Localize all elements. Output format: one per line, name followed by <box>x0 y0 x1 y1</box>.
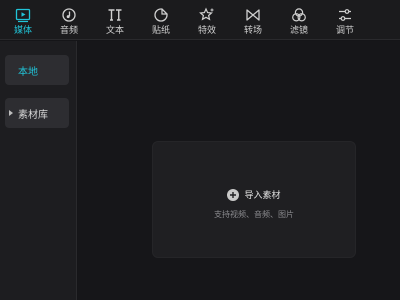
sticker-icon <box>153 7 169 23</box>
tab-adjust-label: 调节 <box>335 26 354 36</box>
caret-right-icon <box>9 110 13 116</box>
tab-sticker-label: 贴纸 <box>151 26 170 36</box>
filter-icon <box>291 7 307 23</box>
media-sidebar: 本地 素材库 <box>0 41 77 300</box>
text-icon <box>107 7 123 23</box>
audio-icon <box>61 7 77 23</box>
tab-media-label: 媒体 <box>13 26 32 36</box>
top-toolbar: 媒体 音频 文本 贴纸 特效 转场 滤镜 调节 <box>0 0 400 40</box>
import-button-label: 导入素材 <box>244 191 281 201</box>
tab-audio-label: 音频 <box>59 26 78 36</box>
sidebar-item-local[interactable]: 本地 <box>5 55 69 85</box>
tab-filter-label: 滤镜 <box>289 26 308 36</box>
import-hint: 支持视频、音频、图片 <box>214 210 294 219</box>
tab-audio[interactable]: 音频 <box>46 0 92 39</box>
effects-icon <box>199 7 215 23</box>
media-content-area: 导入素材 支持视频、音频、图片 <box>78 41 400 300</box>
tab-media[interactable]: 媒体 <box>0 0 46 39</box>
tab-sticker[interactable]: 贴纸 <box>138 0 184 39</box>
tab-effects-label: 特效 <box>197 26 216 36</box>
tab-effects[interactable]: 特效 <box>184 0 230 39</box>
import-button[interactable]: 导入素材 <box>153 188 355 201</box>
import-drop-zone[interactable]: 导入素材 支持视频、音频、图片 <box>152 141 356 258</box>
plus-icon <box>227 188 240 201</box>
sidebar-item-local-label: 本地 <box>18 66 38 78</box>
transition-icon <box>245 7 261 23</box>
tab-transition[interactable]: 转场 <box>230 0 276 39</box>
tab-filter[interactable]: 滤镜 <box>276 0 322 39</box>
tab-transition-label: 转场 <box>243 26 262 36</box>
tab-adjust[interactable]: 调节 <box>322 0 368 39</box>
sidebar-item-library-label: 素材库 <box>18 109 48 121</box>
tab-text-label: 文本 <box>105 26 124 36</box>
sidebar-item-library[interactable]: 素材库 <box>5 98 69 128</box>
tab-text[interactable]: 文本 <box>92 0 138 39</box>
adjust-icon <box>337 7 353 23</box>
media-icon <box>15 7 31 23</box>
